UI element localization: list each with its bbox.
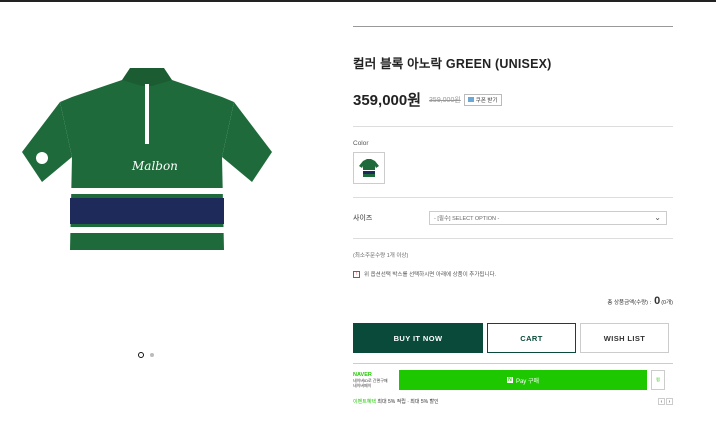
product-gallery[interactable]: Malbon [0,40,290,340]
swatch-shirt-icon [359,159,379,177]
action-buttons: BUY IT NOW CART WISH LIST [353,323,673,353]
top-divider [0,0,716,2]
total-unit: (0개) [661,300,673,306]
coupon-icon [467,97,474,102]
sale-price: 359,000원 [353,92,422,109]
naver-zzim-button[interactable]: 찜 [651,370,665,390]
price-row: 359,000원 359,000원 쿠폰 받기 [353,89,673,110]
naver-pay-box: NAVER 네이버ID로 간편구매 네이버페이 N Pay 구매 찜 [353,363,673,393]
divider [353,238,673,239]
size-select-value: - [필수] SELECT OPTION - [434,216,500,222]
naver-benefit-text: 최대 5% 적립 · 최대 5% 할인 [377,399,439,405]
total-price: 총 상품금액(수량) : 0 (0개) [353,295,673,307]
product-image: Malbon [22,68,272,250]
naver-pay-info: NAVER 네이버ID로 간편구매 네이버페이 [353,372,399,388]
min-qty-note: (최소주문수량 1개 이상) [353,253,409,259]
divider [353,26,673,27]
size-select[interactable]: - [필수] SELECT OPTION - ⌄ [429,211,667,225]
divider [353,126,673,127]
gallery-dot-1[interactable] [138,352,144,358]
next-arrow-icon[interactable]: › [666,398,673,405]
original-price: 359,000원 [429,96,461,104]
svg-text:Malbon: Malbon [131,159,178,173]
total-label: 총 상품금액(수량) : [607,300,652,306]
buy-now-button[interactable]: BUY IT NOW [353,323,483,353]
gallery-dot-2[interactable] [150,353,154,357]
size-label: 사이즈 [353,215,373,222]
gallery-pager[interactable] [138,352,154,358]
alert-icon: ! [353,270,360,278]
divider [353,197,673,198]
coupon-label: 쿠폰 받기 [475,97,498,104]
wish-list-button[interactable]: WISH LIST [580,323,669,353]
naver-pay-label: Pay 구매 [515,378,540,385]
naver-pay-benefits: 이벤트혜택 최대 5% 적립 · 최대 5% 할인 ‹ › [353,398,673,405]
size-row: 사이즈 - [필수] SELECT OPTION - ⌄ [353,211,673,225]
total-value: 0 [654,295,661,307]
cart-button[interactable]: CART [487,323,576,353]
color-swatch[interactable] [353,152,385,184]
color-label: Color [353,140,369,147]
notice-text: 위 옵션선택 박스를 선택하시면 아래에 상품이 추가됩니다. [364,272,497,278]
naver-event-label: 이벤트혜택 [353,399,377,405]
coupon-button[interactable]: 쿠폰 받기 [463,93,502,106]
naver-pay-button[interactable]: N Pay 구매 [399,370,647,390]
option-notice: ! 위 옵션선택 박스를 선택하시면 아래에 상품이 추가됩니다. [353,270,673,278]
prev-arrow-icon[interactable]: ‹ [658,398,665,405]
naver-n-icon: N [506,377,513,383]
product-info: 컬러 블록 아노락 GREEN (UNISEX) 359,000원 359,00… [353,26,673,405]
naver-desc-2: 네이버페이 [353,382,372,388]
naver-pager: ‹ › [658,398,673,405]
product-title: 컬러 블록 아노락 GREEN (UNISEX) [353,57,552,71]
chevron-down-icon: ⌄ [654,213,661,222]
